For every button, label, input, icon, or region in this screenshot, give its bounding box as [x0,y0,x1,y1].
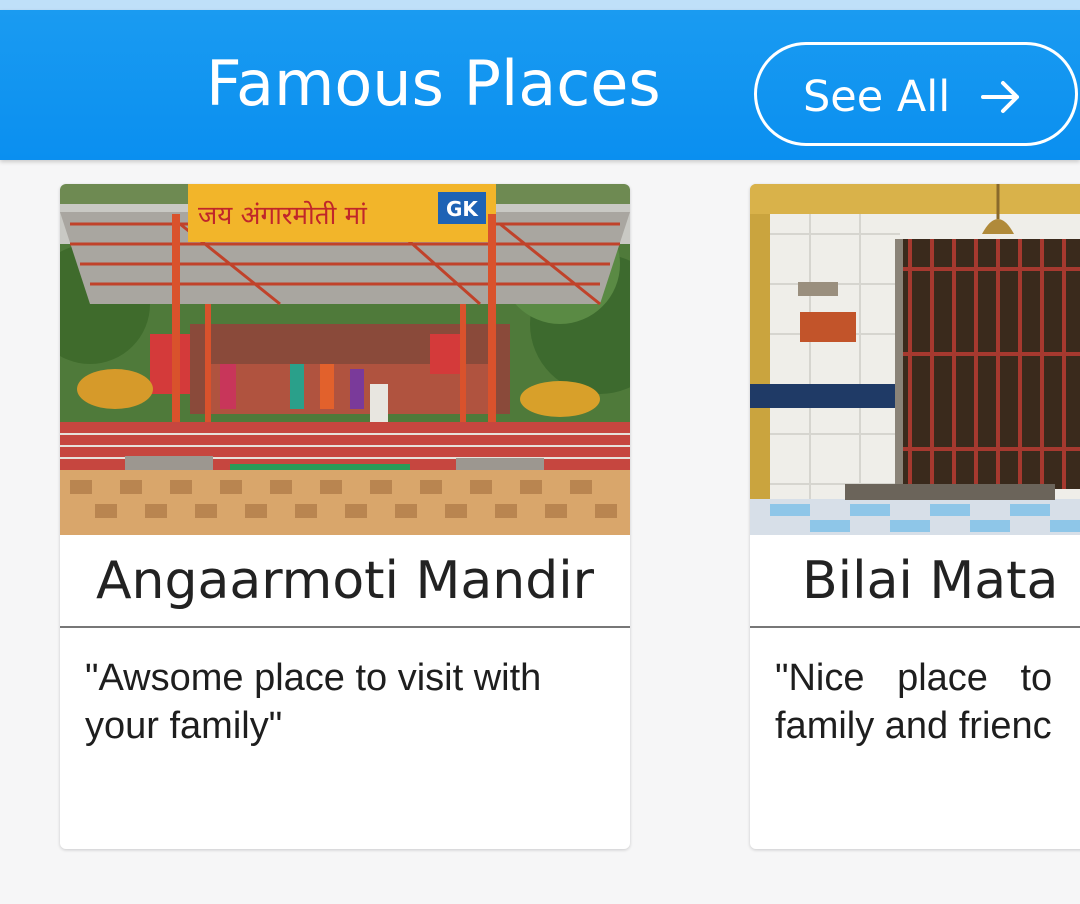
see-all-label: See All [803,72,951,122]
place-review-line: family and frienc [775,705,1052,747]
place-photo: जय अंगारमोती मां GK [60,184,630,535]
place-photo [750,184,1080,535]
status-strip [0,0,1080,10]
section-header: Famous Places See All [0,10,1080,160]
place-card-bilai-mata[interactable]: Bilai Mata "Nice place to family and fri… [750,184,1080,849]
sign-text: जय अंगारमोती मां [198,200,368,231]
section-title: Famous Places [206,47,661,120]
divider [750,626,1080,628]
place-review: "Awsome place to visit with your family" [85,657,542,747]
place-name: Bilai Mata [802,551,1059,611]
sign-logo: GK [446,197,479,221]
place-review-line: "Nice place to [775,657,1053,699]
see-all-button[interactable]: See All [754,42,1078,146]
divider [60,626,630,628]
place-name: Angaarmoti Mandir [95,551,595,611]
arrow-right-icon [981,81,1019,113]
place-review: "Nice place to family and frienc [775,654,1080,750]
place-card-angaarmoti[interactable]: जय अंगारमोती मां GK Angaarmoti Mandir "A… [60,184,630,849]
